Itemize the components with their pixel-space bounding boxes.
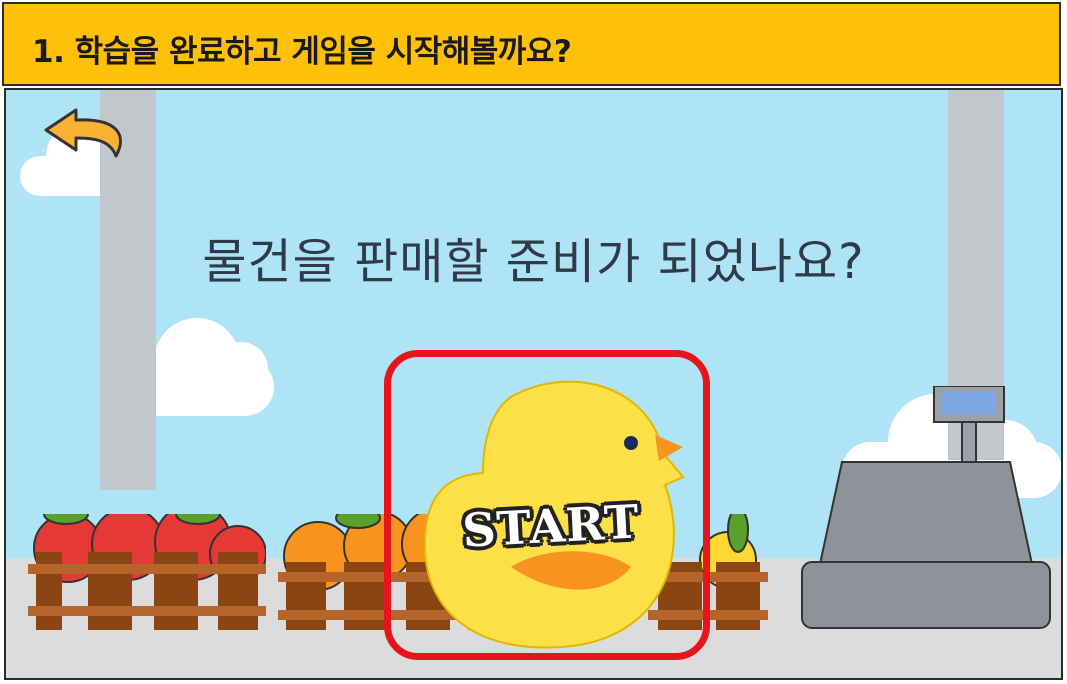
cash-register	[801, 386, 1051, 629]
back-arrow-icon	[44, 108, 122, 158]
start-label: START	[461, 494, 641, 558]
back-button[interactable]	[40, 104, 132, 164]
ready-question: 물건을 판매할 준비가 되었나요?	[202, 234, 865, 290]
start-button[interactable]: START	[384, 350, 710, 660]
game-scene: 물건을 판매할 준비가 되었나요? START	[4, 88, 1063, 680]
instruction-header: 1. 학습을 완료하고 게임을 시작해볼까요?	[2, 2, 1061, 86]
apple-crate	[28, 514, 266, 630]
instruction-title: 1. 학습을 완료하고 게임을 시작해볼까요?	[32, 34, 572, 70]
